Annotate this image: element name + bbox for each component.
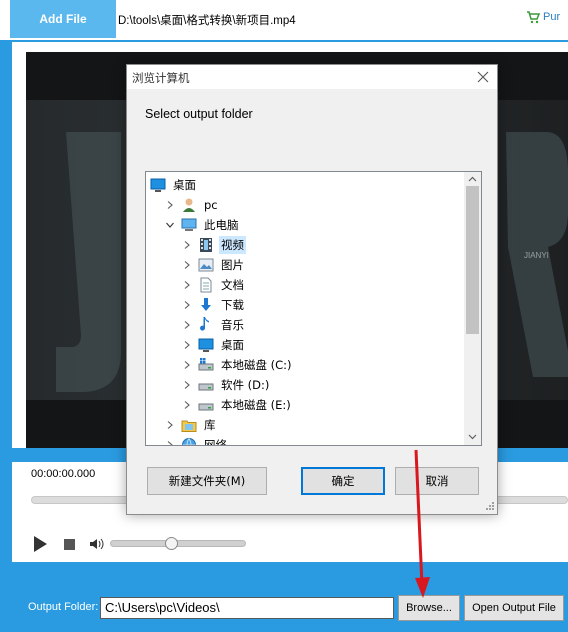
- tree-item[interactable]: 图片: [182, 255, 246, 275]
- scrollbar-thumb[interactable]: [466, 186, 479, 334]
- tree-item-label: 本地磁盘 (C:): [221, 358, 292, 372]
- tree-item[interactable]: 桌面: [150, 175, 198, 195]
- video-overlay-text: JIANYI: [524, 251, 549, 260]
- volume-icon[interactable]: [89, 536, 105, 552]
- tree-item-label: pc: [204, 198, 218, 212]
- chevron-right-icon[interactable]: [182, 320, 192, 330]
- chevron-right-icon[interactable]: [182, 260, 192, 270]
- resize-grip-icon[interactable]: [483, 501, 495, 513]
- tree-item-label: 库: [204, 418, 216, 432]
- chevron-up-icon[interactable]: [468, 175, 477, 184]
- folder-tree[interactable]: 桌面 pc 此电脑 视频 图片 文档 下载 音乐 桌面 本地磁盘 (C:) 软件 (D:) 本地磁盘 …: [145, 171, 482, 446]
- timecode: 00:00:00.000: [31, 468, 96, 480]
- chevron-right-icon[interactable]: [182, 360, 192, 370]
- stop-icon[interactable]: [64, 539, 75, 550]
- tree-item-label: 桌面: [221, 338, 244, 352]
- open-output-file-button[interactable]: Open Output File: [464, 595, 564, 621]
- system-drive-icon: [198, 358, 214, 371]
- tree-item[interactable]: 桌面: [182, 335, 246, 355]
- chevron-right-icon[interactable]: [165, 440, 175, 446]
- computer-icon: [181, 218, 197, 231]
- tree-item-label: 网络: [204, 438, 227, 446]
- download-icon: [201, 298, 211, 311]
- output-folder-label: Output Folder:: [28, 601, 99, 613]
- chevron-right-icon[interactable]: [165, 420, 175, 430]
- library-icon: [181, 420, 197, 432]
- purchase-label: Pur: [543, 11, 561, 23]
- top-toolbar: Add File D:\tools\桌面\格式转换\新项目.mp4 Pur: [0, 0, 568, 40]
- tree-item[interactable]: 下载: [182, 295, 246, 315]
- desktop-icon: [150, 178, 166, 192]
- tree-item[interactable]: 库: [165, 415, 218, 435]
- purchase-button[interactable]: Pur: [526, 10, 560, 24]
- tree-item-label: 本地磁盘 (E:): [221, 398, 291, 412]
- music-icon: [200, 317, 209, 331]
- tree-item[interactable]: 本地磁盘 (E:): [182, 395, 293, 415]
- chevron-right-icon[interactable]: [182, 300, 192, 310]
- network-icon: [182, 438, 196, 445]
- output-folder-input[interactable]: C:\Users\pc\Videos\: [100, 597, 394, 619]
- tree-item-label: 视频: [219, 236, 246, 254]
- tree-item[interactable]: 软件 (D:): [182, 375, 271, 395]
- cancel-button[interactable]: 取消: [395, 467, 479, 495]
- chevron-right-icon[interactable]: [182, 240, 192, 250]
- tree-item[interactable]: 此电脑: [165, 215, 241, 235]
- tree-item-label: 图片: [221, 258, 244, 272]
- tree-item[interactable]: 视频: [182, 235, 246, 255]
- close-icon[interactable]: [475, 69, 491, 85]
- drive-icon: [198, 383, 214, 391]
- file-path-text: D:\tools\桌面\格式转换\新项目.mp4: [118, 15, 296, 27]
- browse-button[interactable]: Browse...: [398, 595, 460, 621]
- chevron-down-icon[interactable]: [165, 220, 175, 230]
- tree-item-label: 此电脑: [204, 218, 239, 232]
- chevron-right-icon[interactable]: [182, 400, 192, 410]
- cart-icon: [527, 11, 540, 24]
- video-icon: [200, 238, 212, 252]
- desktop-icon: [198, 338, 214, 352]
- tree-item[interactable]: 文档: [182, 275, 246, 295]
- chevron-right-icon[interactable]: [182, 280, 192, 290]
- new-folder-button[interactable]: 新建文件夹(M): [147, 467, 267, 495]
- tree-item-label: 软件 (D:): [221, 378, 270, 392]
- tree-item-label: 桌面: [173, 178, 196, 192]
- chevron-right-icon[interactable]: [182, 340, 192, 350]
- tree-item[interactable]: 本地磁盘 (C:): [182, 355, 294, 375]
- documents-icon: [200, 277, 212, 293]
- tree-item[interactable]: 音乐: [182, 315, 246, 335]
- pictures-icon: [198, 258, 214, 272]
- dialog-title: 浏览计算机: [132, 71, 190, 85]
- tree-item[interactable]: pc: [165, 195, 220, 215]
- dialog-titlebar[interactable]: 浏览计算机: [127, 65, 497, 89]
- dialog-prompt: Select output folder: [145, 107, 253, 121]
- tree-item-label: 音乐: [221, 318, 244, 332]
- play-icon[interactable]: [31, 535, 49, 553]
- ok-button[interactable]: 确定: [301, 467, 385, 495]
- tree-item[interactable]: 网络: [165, 435, 229, 446]
- tree-item-label: 下载: [221, 298, 244, 312]
- drive-icon: [198, 403, 214, 411]
- chevron-right-icon[interactable]: [165, 200, 175, 210]
- user-icon: [183, 198, 195, 212]
- tree-item-label: 文档: [221, 278, 244, 292]
- browse-folder-dialog: 浏览计算机 Select output folder 桌面 pc 此电脑视频图片文档…: [126, 64, 498, 515]
- chevron-right-icon[interactable]: [182, 380, 192, 390]
- add-file-button[interactable]: Add File: [10, 0, 116, 38]
- chevron-down-icon[interactable]: [468, 432, 477, 441]
